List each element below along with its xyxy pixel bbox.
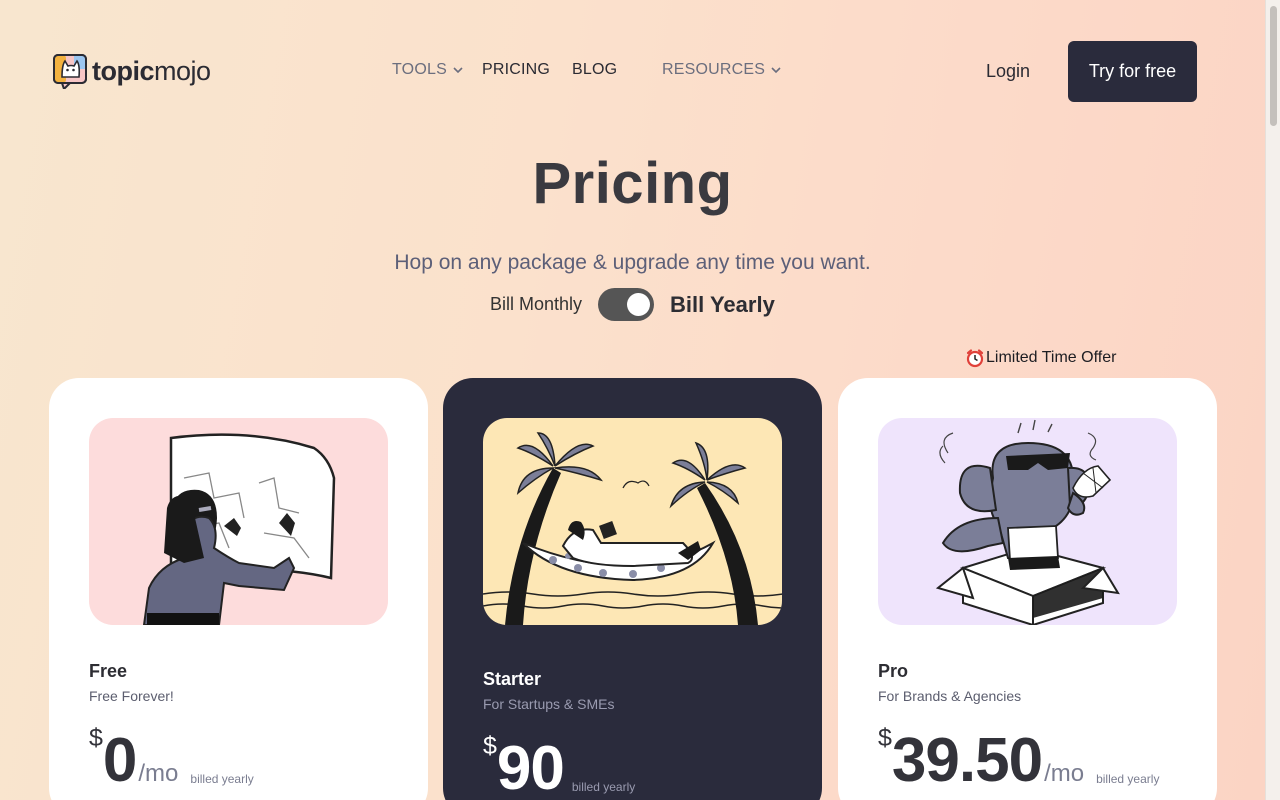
chevron-down-icon <box>453 67 463 74</box>
bill-yearly-label[interactable]: Bill Yearly <box>670 292 775 318</box>
price-amount: 0 <box>102 726 137 795</box>
price-period: /mo <box>1044 760 1085 787</box>
topicmojo-logo-icon <box>53 54 87 89</box>
plan-description: For Brands & Agencies <box>878 688 1022 704</box>
plan-name: Starter <box>483 669 542 689</box>
plan-name: Free <box>89 661 128 681</box>
billing-toggle-group: Bill Monthly Bill Yearly <box>490 288 775 321</box>
price-billing-note: billed yearly <box>571 780 636 794</box>
nav-tools[interactable]: TOOLS <box>392 61 464 79</box>
nav-pricing[interactable]: PRICING <box>482 61 550 79</box>
page-title: Pricing <box>532 151 733 216</box>
woman-drawing-map-illustration <box>89 418 388 625</box>
logo-word-bold: topic <box>92 55 155 86</box>
price-currency: $ <box>878 724 892 752</box>
plan-card-pro: Pro For Brands & Agencies $ 39.50 /mo bi… <box>838 378 1217 800</box>
bill-monthly-label[interactable]: Bill Monthly <box>490 294 582 315</box>
price-billing-note: billed yearly <box>1096 772 1160 786</box>
price-amount: 39.50 <box>891 726 1043 795</box>
logo-wordmark: topicmojo <box>92 56 211 87</box>
price-amount: 90 <box>496 734 565 800</box>
plan-price: $ 90 billed yearly <box>483 732 636 800</box>
plan-price: $ 0 /mo billed yearly <box>89 724 254 795</box>
logo-word-light: mojo <box>154 55 211 86</box>
nav-pricing-label: PRICING <box>482 61 551 78</box>
elephant-in-box-illustration <box>878 418 1177 625</box>
topicmojo-logo[interactable]: topicmojo <box>52 53 211 89</box>
toggle-knob <box>627 293 651 316</box>
site-header: topicmojo TOOLS PRICING BLOG RESOURCES L… <box>0 0 1265 140</box>
plan-description: For Startups & SMEs <box>483 696 615 712</box>
plan-description: Free Forever! <box>89 688 174 704</box>
plan-name: Pro <box>878 661 909 681</box>
alarm-clock-icon <box>966 349 984 368</box>
price-period: /mo <box>138 760 179 787</box>
price-billing-note: billed yearly <box>190 772 254 786</box>
price-currency: $ <box>89 724 103 752</box>
scrollbar-thumb[interactable] <box>1270 6 1277 126</box>
plan-price: $ 39.50 /mo billed yearly <box>878 724 1160 795</box>
offer-label: Limited Time Offer <box>986 349 1117 366</box>
billing-period-toggle[interactable] <box>598 288 655 321</box>
nav-blog[interactable]: BLOG <box>572 61 617 79</box>
price-currency: $ <box>483 732 497 760</box>
page-subtitle: Hop on any package & upgrade any time yo… <box>394 251 871 274</box>
plan-card-starter: Starter For Startups & SMEs $ 90 billed … <box>443 378 822 800</box>
nav-resources[interactable]: RESOURCES <box>662 61 782 79</box>
plan-card-free: Free Free Forever! $ 0 /mo billed yearly <box>49 378 428 800</box>
hammock-palm-trees-illustration <box>483 418 782 625</box>
nav-resources-label: RESOURCES <box>662 61 766 78</box>
nav-blog-label: BLOG <box>572 61 618 78</box>
nav-tools-label: TOOLS <box>392 61 447 78</box>
limited-time-offer: Limited Time Offer <box>965 348 1116 368</box>
login-link[interactable]: Login <box>986 61 1030 82</box>
page-scrollbar[interactable] <box>1265 0 1280 800</box>
try-for-free-button[interactable]: Try for free <box>1068 41 1197 102</box>
chevron-down-icon <box>771 67 781 74</box>
